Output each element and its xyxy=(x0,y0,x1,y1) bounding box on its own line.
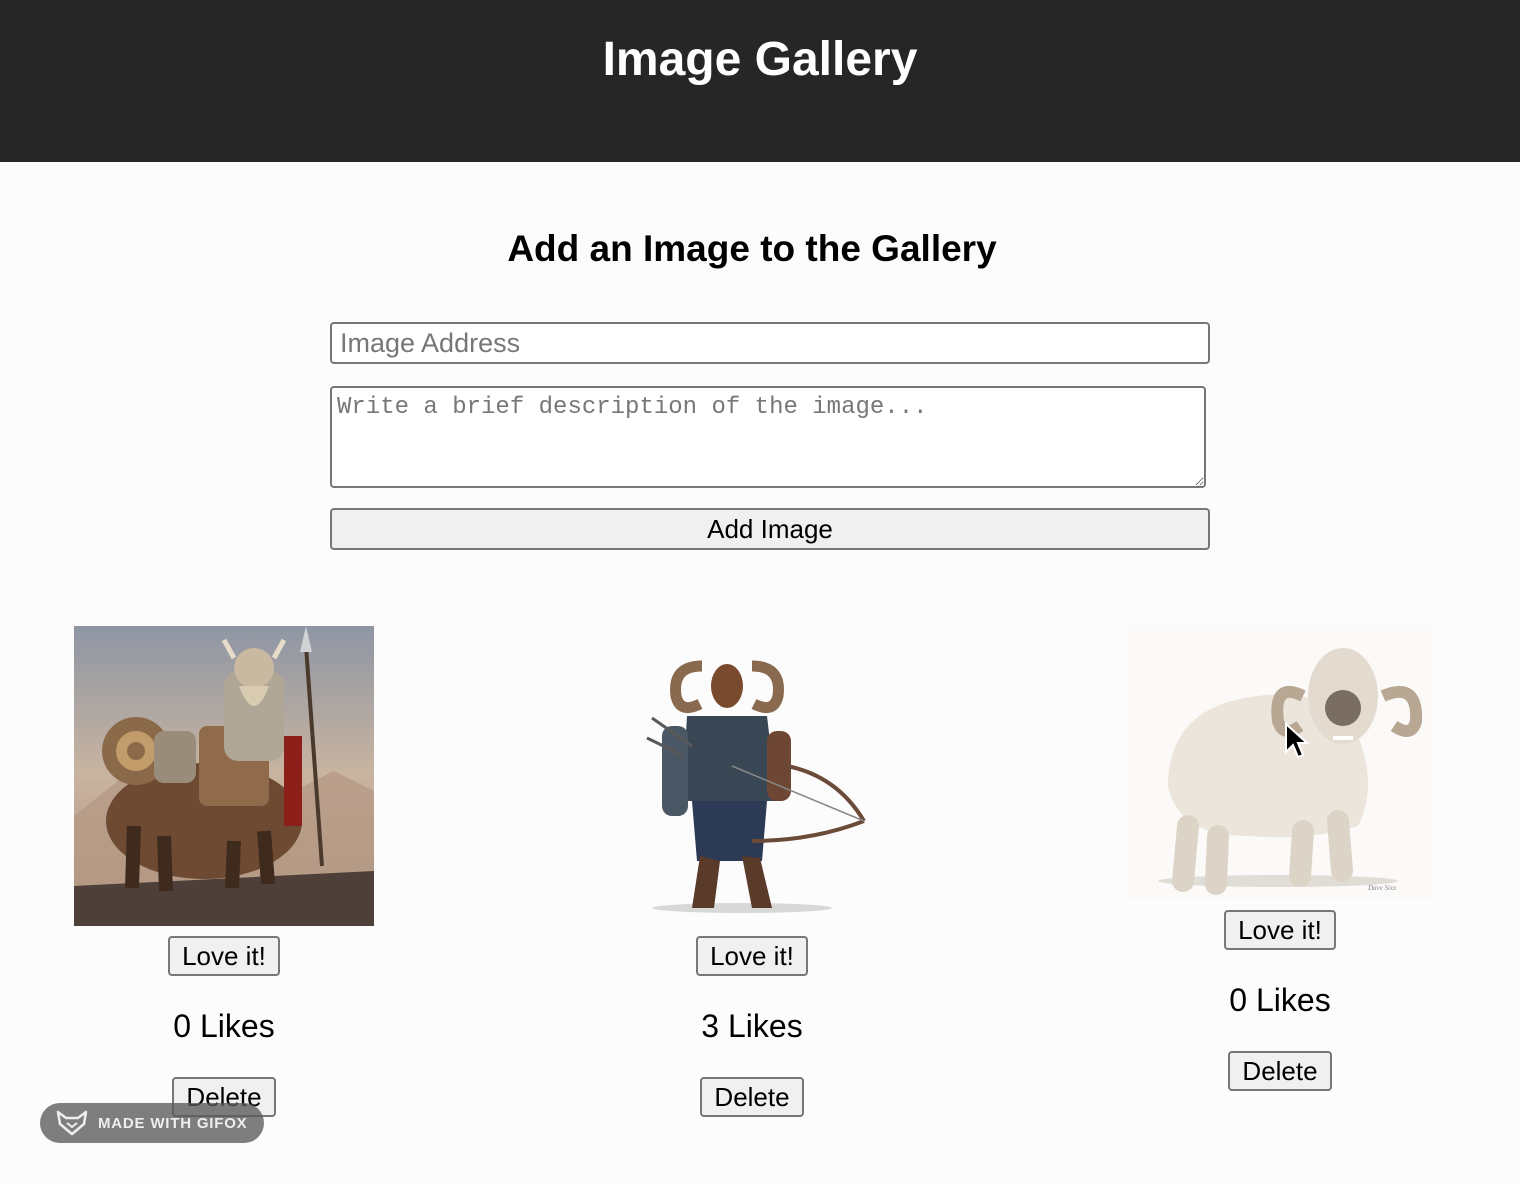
form-title: Add an Image to the Gallery xyxy=(507,228,997,269)
gallery-image-dwarf-ram-rider xyxy=(74,626,374,926)
page-title: Image Gallery xyxy=(602,32,918,86)
likes-count: 0 Likes xyxy=(1229,982,1331,1018)
gallery-image-woolly-ram-beast: Dave Sixx xyxy=(1128,626,1432,900)
svg-text:Dave Sixx: Dave Sixx xyxy=(1367,884,1397,892)
gallery-image-horned-archer xyxy=(602,626,902,926)
likes-count: 0 Likes xyxy=(173,1008,275,1044)
likes-count: 3 Likes xyxy=(701,1008,803,1044)
horned-archer-illustration xyxy=(602,626,902,926)
dwarf-ram-illustration xyxy=(74,626,374,926)
app-header: Image Gallery xyxy=(0,0,1520,162)
add-image-button[interactable]: Add Image xyxy=(330,508,1210,550)
fox-logo-icon xyxy=(56,1110,88,1136)
love-it-button[interactable]: Love it! xyxy=(1224,910,1336,950)
delete-button[interactable]: Delete xyxy=(700,1077,804,1117)
love-it-button[interactable]: Love it! xyxy=(168,936,280,976)
mouse-cursor-icon xyxy=(1285,722,1310,759)
image-address-input[interactable] xyxy=(330,322,1210,364)
description-textarea[interactable] xyxy=(330,386,1206,488)
gallery-card: Love it! 0 Likes Delete xyxy=(54,626,394,1117)
gifox-watermark-badge: MADE WITH GIFOX xyxy=(40,1103,264,1143)
gallery-card: Dave Sixx Love it! 0 Likes Delete xyxy=(1110,626,1450,1091)
gifox-badge-text: MADE WITH GIFOX xyxy=(98,1114,248,1132)
gallery-card: Love it! 3 Likes Delete xyxy=(582,626,922,1117)
delete-button[interactable]: Delete xyxy=(1228,1051,1332,1091)
woolly-beast-illustration: Dave Sixx xyxy=(1128,626,1432,900)
love-it-button[interactable]: Love it! xyxy=(696,936,808,976)
